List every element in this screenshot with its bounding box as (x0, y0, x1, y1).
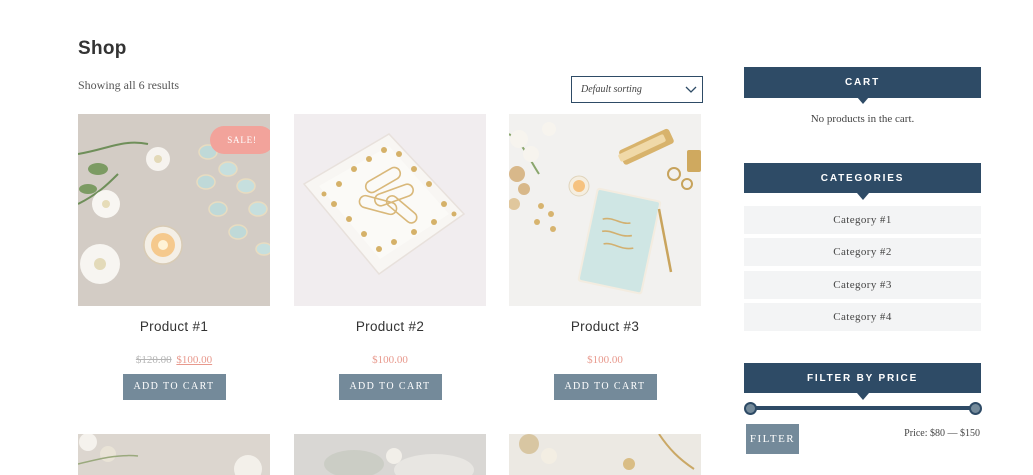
product-name[interactable]: Product #3 (509, 319, 701, 334)
price-range-label: Price: $80 — $150 (904, 428, 980, 439)
cart-widget-title: CART (744, 67, 981, 104)
product-price: $100.00 (372, 354, 408, 366)
old-price: $120.00 (135, 354, 172, 366)
product-image[interactable] (509, 434, 701, 475)
result-count: Showing all 6 results (78, 78, 179, 92)
categories-widget-title: CATEGORIES (744, 163, 981, 200)
cart-title-text: CART (845, 76, 880, 88)
category-item[interactable]: Category #4 (744, 303, 981, 331)
add-to-cart-button[interactable]: ADD TO CART (553, 374, 657, 400)
product-price: $100.00 (587, 354, 623, 366)
price-slider-max-handle[interactable] (969, 402, 982, 415)
price-slider-min-handle[interactable] (744, 402, 757, 415)
product-image[interactable] (294, 434, 486, 475)
category-item[interactable]: Category #1 (744, 206, 981, 234)
product-image[interactable] (78, 434, 270, 475)
sale-badge: SALE! (210, 126, 270, 154)
product-card: Product #2 $100.00 ADD TO CART (294, 114, 486, 400)
filter-button[interactable]: FILTER (746, 424, 799, 454)
categories-title-text: CATEGORIES (820, 172, 905, 184)
cart-empty-message: No products in the cart. (810, 113, 915, 125)
title-notch (856, 193, 869, 200)
product-image[interactable] (509, 114, 701, 306)
product-price: $120.00 $100.00 (78, 354, 270, 366)
product-name[interactable]: Product #2 (294, 319, 486, 334)
product-card: SALE! Product #1 $120.00 $100.00 ADD TO … (78, 114, 270, 400)
product-card: Product #3 $100.00 ADD TO CART (509, 114, 701, 400)
product-image[interactable] (294, 114, 486, 306)
category-item[interactable]: Category #3 (744, 271, 981, 299)
page-title: Shop (78, 38, 127, 59)
chevron-down-icon (680, 77, 702, 102)
sale-price: $100.00 (176, 354, 213, 366)
title-notch (856, 393, 869, 400)
product-image[interactable]: SALE! (78, 114, 270, 306)
filter-widget-title: FILTER BY PRICE (744, 363, 981, 400)
sorting-selected-label: Default sorting (581, 84, 642, 95)
add-to-cart-button[interactable]: ADD TO CART (338, 374, 442, 400)
add-to-cart-button[interactable]: ADD TO CART (122, 374, 226, 400)
divider (744, 97, 981, 98)
product-name[interactable]: Product #1 (78, 319, 270, 334)
filter-title-text: FILTER BY PRICE (806, 372, 919, 384)
sorting-select[interactable]: Default sorting (571, 76, 703, 103)
title-notch (856, 97, 869, 104)
category-item[interactable]: Category #2 (744, 238, 981, 266)
price-slider-track[interactable] (750, 406, 975, 410)
